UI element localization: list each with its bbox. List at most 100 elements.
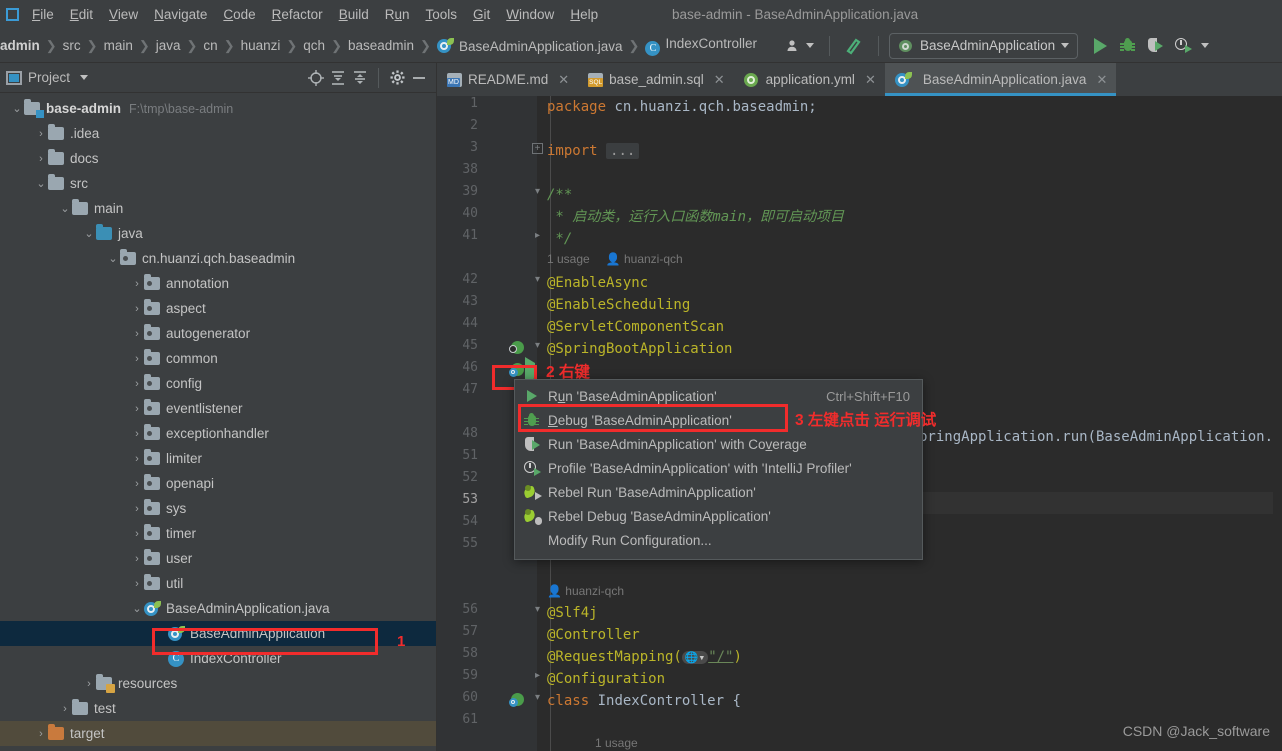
chevron-right-icon[interactable]: ›	[130, 503, 144, 515]
locate-icon[interactable]	[305, 67, 327, 89]
chevron-right-icon[interactable]: ›	[130, 303, 144, 315]
editor-tab-application-yml[interactable]: application.yml ✕	[734, 63, 885, 96]
tree-item-autogenerator[interactable]: › autogenerator	[0, 321, 436, 346]
tree-item-aspect[interactable]: › aspect	[0, 296, 436, 321]
debug-button[interactable]	[1115, 33, 1140, 59]
breadcrumb-item-7[interactable]: baseadmin	[348, 38, 414, 53]
chevron-right-icon[interactable]: ›	[34, 153, 48, 165]
chevron-right-icon[interactable]: ›	[130, 278, 144, 290]
tree-item-baseadminapplication-java[interactable]: ⌄ BaseAdminApplication.java	[0, 596, 436, 621]
breadcrumb-item-0[interactable]: admin	[0, 38, 40, 53]
tree-item-config[interactable]: › config	[0, 371, 436, 396]
chevron-down-icon[interactable]: ⌄	[82, 227, 96, 240]
context-menu-item-rebel-run[interactable]: Rebel Run 'BaseAdminApplication'	[515, 480, 922, 504]
menu-item-file[interactable]: File	[24, 0, 62, 29]
menu-item-window[interactable]: Window	[498, 0, 562, 29]
menu-item-build[interactable]: Build	[331, 0, 377, 29]
run-button[interactable]	[1089, 33, 1112, 59]
chevron-right-icon[interactable]: ›	[130, 378, 144, 390]
settings-gear-icon[interactable]	[386, 67, 408, 89]
breadcrumb-file[interactable]: BaseAdminApplication.java	[436, 37, 623, 54]
menu-item-refactor[interactable]: Refactor	[264, 0, 331, 29]
context-menu-item-profile[interactable]: Profile 'BaseAdminApplication' with 'Int…	[515, 456, 922, 480]
menu-item-help[interactable]: Help	[562, 0, 606, 29]
chevron-right-icon[interactable]: ›	[58, 703, 72, 715]
tree-item-resources[interactable]: › resources	[0, 671, 436, 696]
breadcrumb-item-4[interactable]: cn	[203, 38, 217, 53]
editor-scrollbar[interactable]	[1273, 96, 1282, 751]
tree-item-indexcontroller[interactable]: C IndexController	[0, 646, 436, 671]
usage-hint[interactable]: 1 usage	[547, 248, 590, 270]
author-hint[interactable]: 👤 huanzi-qch	[547, 580, 624, 602]
menu-item-view[interactable]: View	[101, 0, 146, 29]
run-with-coverage-button[interactable]	[1143, 33, 1167, 59]
breadcrumb-item-1[interactable]: src	[63, 38, 81, 53]
usage-hint[interactable]: 1 usage	[595, 732, 638, 751]
gutter-run-icon[interactable]	[525, 357, 535, 384]
close-icon[interactable]: ✕	[1096, 72, 1107, 88]
tree-item-src[interactable]: ⌄ src	[0, 171, 436, 196]
chevron-right-icon[interactable]: ›	[130, 428, 144, 440]
expand-all-icon[interactable]	[327, 67, 349, 89]
tree-item-exceptionhandler[interactable]: › exceptionhandler	[0, 421, 436, 446]
chevron-right-icon[interactable]: ›	[130, 453, 144, 465]
project-view-dropdown-icon[interactable]	[80, 75, 89, 80]
author-hint[interactable]: 👤 huanzi-qch	[606, 248, 683, 270]
menu-item-code[interactable]: Code	[215, 0, 263, 29]
user-dropdown-icon[interactable]	[781, 33, 819, 59]
menu-item-edit[interactable]: Edit	[62, 0, 101, 29]
tree-item-eventlistener[interactable]: › eventlistener	[0, 396, 436, 421]
tree-item-test[interactable]: › test	[0, 696, 436, 721]
collapsed-imports[interactable]: ...	[606, 143, 640, 159]
project-tree[interactable]: ⌄ base-admin F:\tmp\base-admin › .idea › docs ⌄…	[0, 93, 436, 746]
tree-item-limiter[interactable]: › limiter	[0, 446, 436, 471]
editor-tab-readme[interactable]: MD README.md ✕	[437, 63, 578, 96]
breadcrumb-item-2[interactable]: main	[104, 38, 133, 53]
more-actions-icon[interactable]	[1201, 43, 1210, 48]
context-menu-item-rebel-debug[interactable]: Rebel Debug 'BaseAdminApplication'	[515, 504, 922, 528]
chevron-down-icon[interactable]: ⌄	[34, 177, 48, 190]
tree-item--idea[interactable]: › .idea	[0, 121, 436, 146]
tree-item-common[interactable]: › common	[0, 346, 436, 371]
chevron-right-icon[interactable]: ›	[130, 528, 144, 540]
chevron-right-icon[interactable]: ›	[34, 128, 48, 140]
build-hammer-icon[interactable]	[840, 33, 868, 59]
tree-item-baseadminapplication[interactable]: BaseAdminApplication	[0, 621, 436, 646]
menu-item-navigate[interactable]: Navigate	[146, 0, 215, 29]
chevron-right-icon[interactable]: ›	[130, 403, 144, 415]
collapse-all-icon[interactable]	[349, 67, 371, 89]
context-menu-item-run-with-coverage[interactable]: Run 'BaseAdminApplication' with Coverage	[515, 432, 922, 456]
context-menu-item-modify-run-configuration[interactable]: Modify Run Configuration...	[515, 528, 922, 552]
menu-item-git[interactable]: Git	[465, 0, 498, 29]
tree-item-sys[interactable]: › sys	[0, 496, 436, 521]
tree-item-main[interactable]: ⌄ main	[0, 196, 436, 221]
menu-item-tools[interactable]: Tools	[418, 0, 466, 29]
profile-button[interactable]	[1170, 33, 1195, 59]
context-menu-item-run[interactable]: Run 'BaseAdminApplication' Ctrl+Shift+F1…	[515, 384, 922, 408]
tree-item-util[interactable]: › util	[0, 571, 436, 596]
chevron-right-icon[interactable]: ›	[130, 553, 144, 565]
breadcrumb-item-3[interactable]: java	[156, 38, 181, 53]
chevron-right-icon[interactable]: ›	[34, 728, 48, 740]
chevron-right-icon[interactable]: ›	[130, 478, 144, 490]
breadcrumb-symbol[interactable]: C IndexController	[645, 36, 757, 56]
chevron-down-icon[interactable]: ⌄	[130, 602, 144, 615]
breadcrumb-item-5[interactable]: huanzi	[241, 38, 281, 53]
menu-item-run[interactable]: Run	[377, 0, 418, 29]
chevron-down-icon[interactable]: ⌄	[58, 202, 72, 215]
web-url-icon[interactable]: 🌐▾	[681, 651, 709, 664]
tree-item-annotation[interactable]: › annotation	[0, 271, 436, 296]
tree-item-java[interactable]: ⌄ java	[0, 221, 436, 246]
chevron-down-icon[interactable]: ⌄	[10, 102, 24, 115]
tree-item-timer[interactable]: › timer	[0, 521, 436, 546]
chevron-right-icon[interactable]: ›	[130, 353, 144, 365]
close-icon[interactable]: ✕	[865, 72, 876, 88]
run-configuration-selector[interactable]: BaseAdminApplication	[889, 32, 1079, 59]
close-icon[interactable]: ✕	[558, 72, 569, 88]
close-icon[interactable]: ✕	[714, 72, 725, 88]
tree-item-openapi[interactable]: › openapi	[0, 471, 436, 496]
chevron-right-icon[interactable]: ›	[82, 678, 96, 690]
tree-item-docs[interactable]: › docs	[0, 146, 436, 171]
chevron-right-icon[interactable]: ›	[130, 578, 144, 590]
tree-item-base-admin[interactable]: ⌄ base-admin F:\tmp\base-admin	[0, 96, 436, 121]
